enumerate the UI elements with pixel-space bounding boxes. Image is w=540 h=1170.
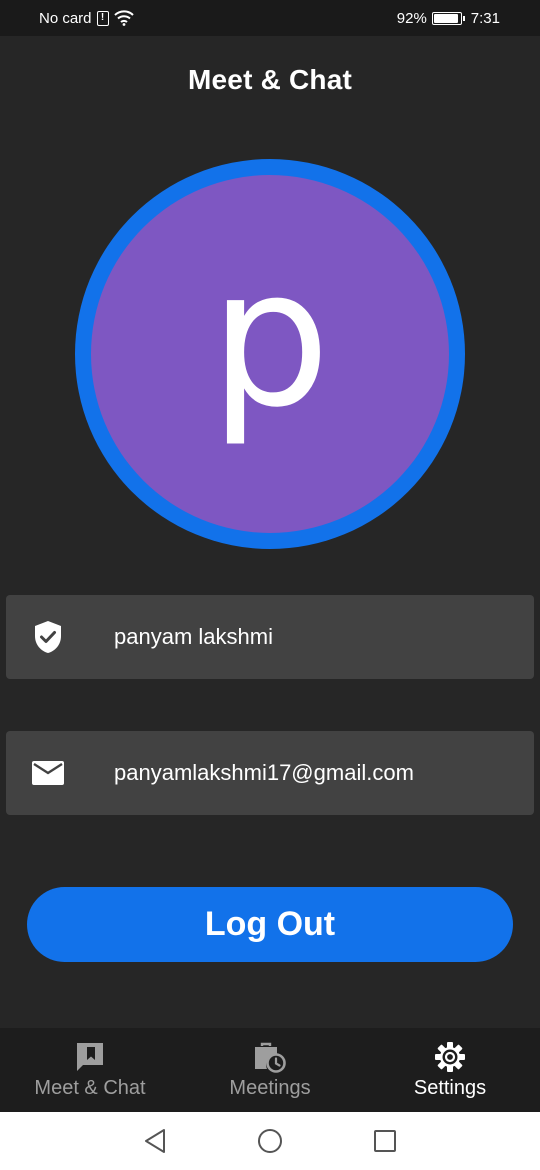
recents-icon [374,1130,396,1152]
battery-icon [431,11,465,25]
wifi-icon [113,10,134,26]
logout-button[interactable]: Log Out [27,887,513,962]
gear-icon [435,1041,465,1072]
mail-icon [6,761,90,785]
carrier-text: No card [39,9,92,27]
app-bar: Meet & Chat [0,36,540,124]
system-recents-button[interactable] [328,1129,443,1153]
user-email: panyamlakshmi17@gmail.com [114,760,414,785]
name-card: panyam lakshmi [6,595,534,679]
email-card: panyamlakshmi17@gmail.com [6,731,534,815]
system-back-button[interactable] [98,1128,213,1154]
nav-item-settings[interactable]: Settings [360,1028,540,1112]
status-right: 92% 7:31 [397,10,500,27]
avatar[interactable]: p [91,175,449,533]
user-name: panyam lakshmi [114,624,273,649]
settings-screen: No card ! 92% 7:31 Meet & Chat p panyam … [0,0,540,1170]
briefcase-clock-icon [255,1042,286,1073]
page-title: Meet & Chat [188,64,352,95]
clock-time: 7:31 [470,9,500,27]
avatar-initial: p [209,228,331,449]
nav-label: Settings [413,1076,487,1099]
verified-shield-icon [6,620,90,654]
nav-label: Meet & Chat [34,1076,146,1099]
battery-fill [433,13,458,23]
nav-label: Meetings [229,1076,311,1099]
bookmark-chat-icon [77,1042,103,1071]
back-icon [145,1129,165,1153]
system-home-button[interactable] [213,1128,328,1154]
battery-percent: 92% [396,9,427,27]
avatar-ring: p [75,159,465,549]
system-nav-bar [0,1112,540,1170]
status-left: No card ! [39,10,134,27]
home-icon [258,1129,282,1153]
nav-item-meet-chat[interactable]: Meet & Chat [0,1028,180,1112]
bottom-nav: Meet & Chat Meetings Settings [0,1028,540,1112]
status-bar: No card ! 92% 7:31 [0,0,540,36]
sim-alert-icon: ! [96,10,109,26]
nav-item-meetings[interactable]: Meetings [180,1028,360,1112]
